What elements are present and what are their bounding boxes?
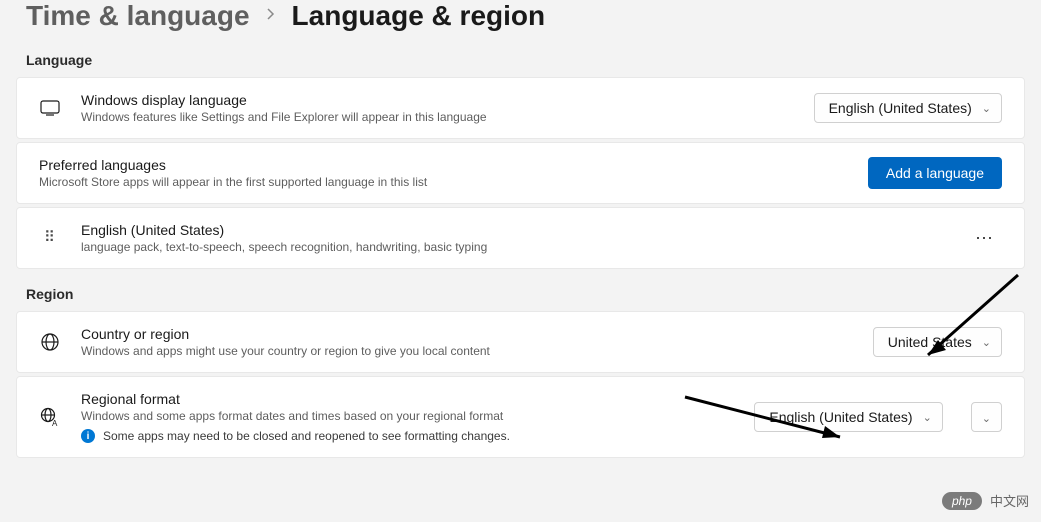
country-region-value: United States [888, 334, 972, 350]
chevron-down-icon: ⌄ [982, 413, 991, 425]
chevron-down-icon: ⌄ [982, 336, 991, 349]
breadcrumb: Time & language Language & region [0, 0, 1041, 38]
display-language-title: Windows display language [81, 92, 794, 108]
watermark-pill: php [942, 492, 982, 510]
display-language-card: Windows display language Windows feature… [16, 77, 1025, 139]
display-language-value: English (United States) [829, 100, 972, 116]
chevron-down-icon: ⌄ [923, 411, 932, 424]
language-item-features: language pack, text-to-speech, speech re… [81, 240, 947, 254]
page-title: Language & region [292, 0, 546, 32]
chevron-right-icon [266, 7, 276, 26]
display-icon [39, 97, 61, 119]
language-item-more-button[interactable]: ⋯ [967, 228, 1002, 249]
preferred-languages-title: Preferred languages [39, 157, 848, 173]
regional-format-desc: Windows and some apps format dates and t… [81, 409, 734, 423]
country-region-desc: Windows and apps might use your country … [81, 344, 853, 358]
display-language-dropdown[interactable]: English (United States) ⌄ [814, 93, 1002, 123]
add-language-button[interactable]: Add a language [868, 157, 1002, 189]
svg-text:A: A [52, 419, 58, 427]
preferred-languages-card: Preferred languages Microsoft Store apps… [16, 142, 1025, 204]
regional-format-card: A Regional format Windows and some apps … [16, 376, 1025, 458]
regional-format-title: Regional format [81, 391, 734, 407]
country-region-card: Country or region Windows and apps might… [16, 311, 1025, 373]
section-title-region: Region [0, 272, 1041, 308]
country-region-dropdown[interactable]: United States ⌄ [873, 327, 1002, 357]
regional-format-dropdown[interactable]: English (United States) ⌄ [754, 402, 942, 432]
country-region-title: Country or region [81, 326, 853, 342]
globe-icon [39, 331, 61, 353]
regional-format-value: English (United States) [769, 409, 912, 425]
regional-format-info: Some apps may need to be closed and reop… [103, 429, 510, 443]
section-title-language: Language [0, 38, 1041, 74]
globe-language-icon: A [39, 406, 61, 428]
language-item[interactable]: ⠿ English (United States) language pack,… [16, 207, 1025, 269]
watermark: php 中文网 [942, 491, 1029, 510]
drag-handle-icon[interactable]: ⠿ [39, 227, 61, 249]
preferred-languages-desc: Microsoft Store apps will appear in the … [39, 175, 848, 189]
chevron-down-icon: ⌄ [982, 102, 991, 115]
info-icon: i [81, 429, 95, 443]
regional-format-expand-button[interactable]: ⌄ [971, 402, 1002, 432]
language-item-name: English (United States) [81, 222, 947, 238]
watermark-text: 中文网 [990, 491, 1029, 510]
breadcrumb-parent[interactable]: Time & language [26, 0, 250, 32]
display-language-desc: Windows features like Settings and File … [81, 110, 794, 124]
